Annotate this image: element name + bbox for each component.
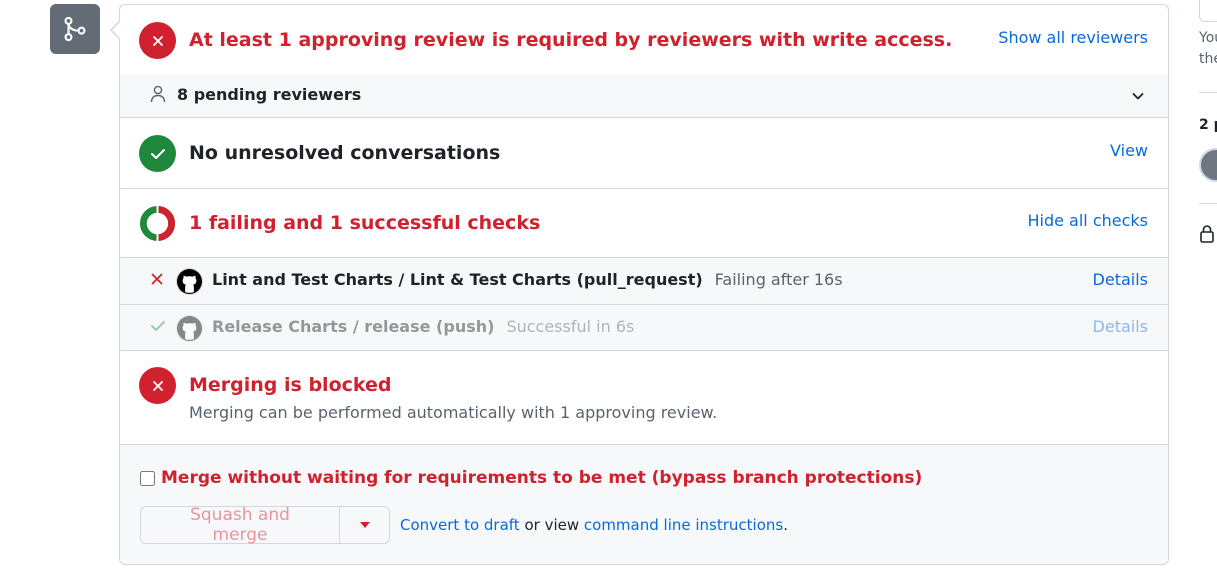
- divider: [1199, 92, 1217, 93]
- participants-heading: 2 p: [1199, 117, 1217, 133]
- pending-reviewers-label: 8 pending reviewers: [177, 85, 362, 104]
- footer-links: Convert to draft or view command line in…: [400, 516, 788, 534]
- review-requirement-title: At least 1 approving review is required …: [189, 29, 953, 51]
- github-avatar-icon: [176, 268, 203, 295]
- show-all-reviewers-link[interactable]: Show all reviewers: [998, 28, 1148, 47]
- right-sidebar: You the 2 p: [1199, 0, 1217, 577]
- or-view-text: or view: [519, 516, 584, 534]
- merge-status-box: At least 1 approving review is required …: [119, 4, 1169, 565]
- sidebar-text-line1: You: [1199, 30, 1217, 46]
- check-status: Failing after 16s: [714, 270, 843, 289]
- squash-and-merge-button[interactable]: Squash and merge: [140, 505, 339, 545]
- bypass-label: Merge without waiting for requirements t…: [161, 468, 923, 488]
- check-name: Release Charts / release (push) Successfu…: [212, 317, 635, 336]
- period-text: .: [783, 516, 788, 534]
- conversations-title: No unresolved conversations: [189, 142, 501, 164]
- participant-avatar[interactable]: [1199, 148, 1217, 182]
- bypass-option[interactable]: Merge without waiting for requirements t…: [140, 468, 922, 488]
- checks-donut-icon: [139, 205, 176, 242]
- github-avatar-icon: [176, 315, 203, 342]
- git-merge-icon: [50, 4, 100, 54]
- check-details-link[interactable]: Details: [1093, 317, 1148, 336]
- divider: [1199, 203, 1217, 204]
- caret-down-icon: [359, 522, 370, 528]
- merge-footer: Merge without waiting for requirements t…: [120, 444, 1168, 564]
- check-details-link[interactable]: Details: [1093, 270, 1148, 289]
- review-failed-icon: [139, 22, 176, 59]
- pending-reviewers-toggle[interactable]: 8 pending reviewers: [120, 74, 1168, 118]
- sidebar-text-line2: the: [1199, 51, 1217, 67]
- chevron-down-icon[interactable]: [1130, 88, 1146, 108]
- merge-method-dropdown[interactable]: [339, 506, 390, 544]
- lock-icon[interactable]: [1199, 224, 1215, 247]
- box-pointer-inner: [112, 22, 120, 38]
- conversations-ok-icon: [139, 135, 176, 172]
- divider: [120, 188, 1168, 189]
- bypass-checkbox[interactable]: [140, 470, 155, 486]
- person-icon: [150, 85, 166, 107]
- check-row-lint[interactable]: Lint and Test Charts / Lint & Test Chart…: [120, 258, 1168, 304]
- hide-all-checks-link[interactable]: Hide all checks: [1027, 211, 1148, 230]
- sidebar-box: [1199, 0, 1217, 22]
- divider: [120, 350, 1168, 351]
- x-icon: [150, 271, 164, 291]
- check-icon: [150, 318, 166, 338]
- view-conversations-link[interactable]: View: [1110, 141, 1148, 160]
- merge-button-group: Squash and merge: [140, 505, 390, 545]
- command-line-instructions-link[interactable]: command line instructions: [584, 516, 783, 534]
- merge-blocked-icon: [139, 367, 176, 404]
- merge-blocked-description: Merging can be performed automatically w…: [189, 403, 718, 422]
- convert-to-draft-link[interactable]: Convert to draft: [400, 516, 520, 534]
- check-row-release[interactable]: Release Charts / release (push) Successfu…: [120, 305, 1168, 351]
- check-status: Successful in 6s: [506, 317, 635, 336]
- merge-blocked-title: Merging is blocked: [189, 374, 392, 396]
- checks-summary-title: 1 failing and 1 successful checks: [189, 212, 541, 234]
- check-name: Lint and Test Charts / Lint & Test Chart…: [212, 270, 843, 289]
